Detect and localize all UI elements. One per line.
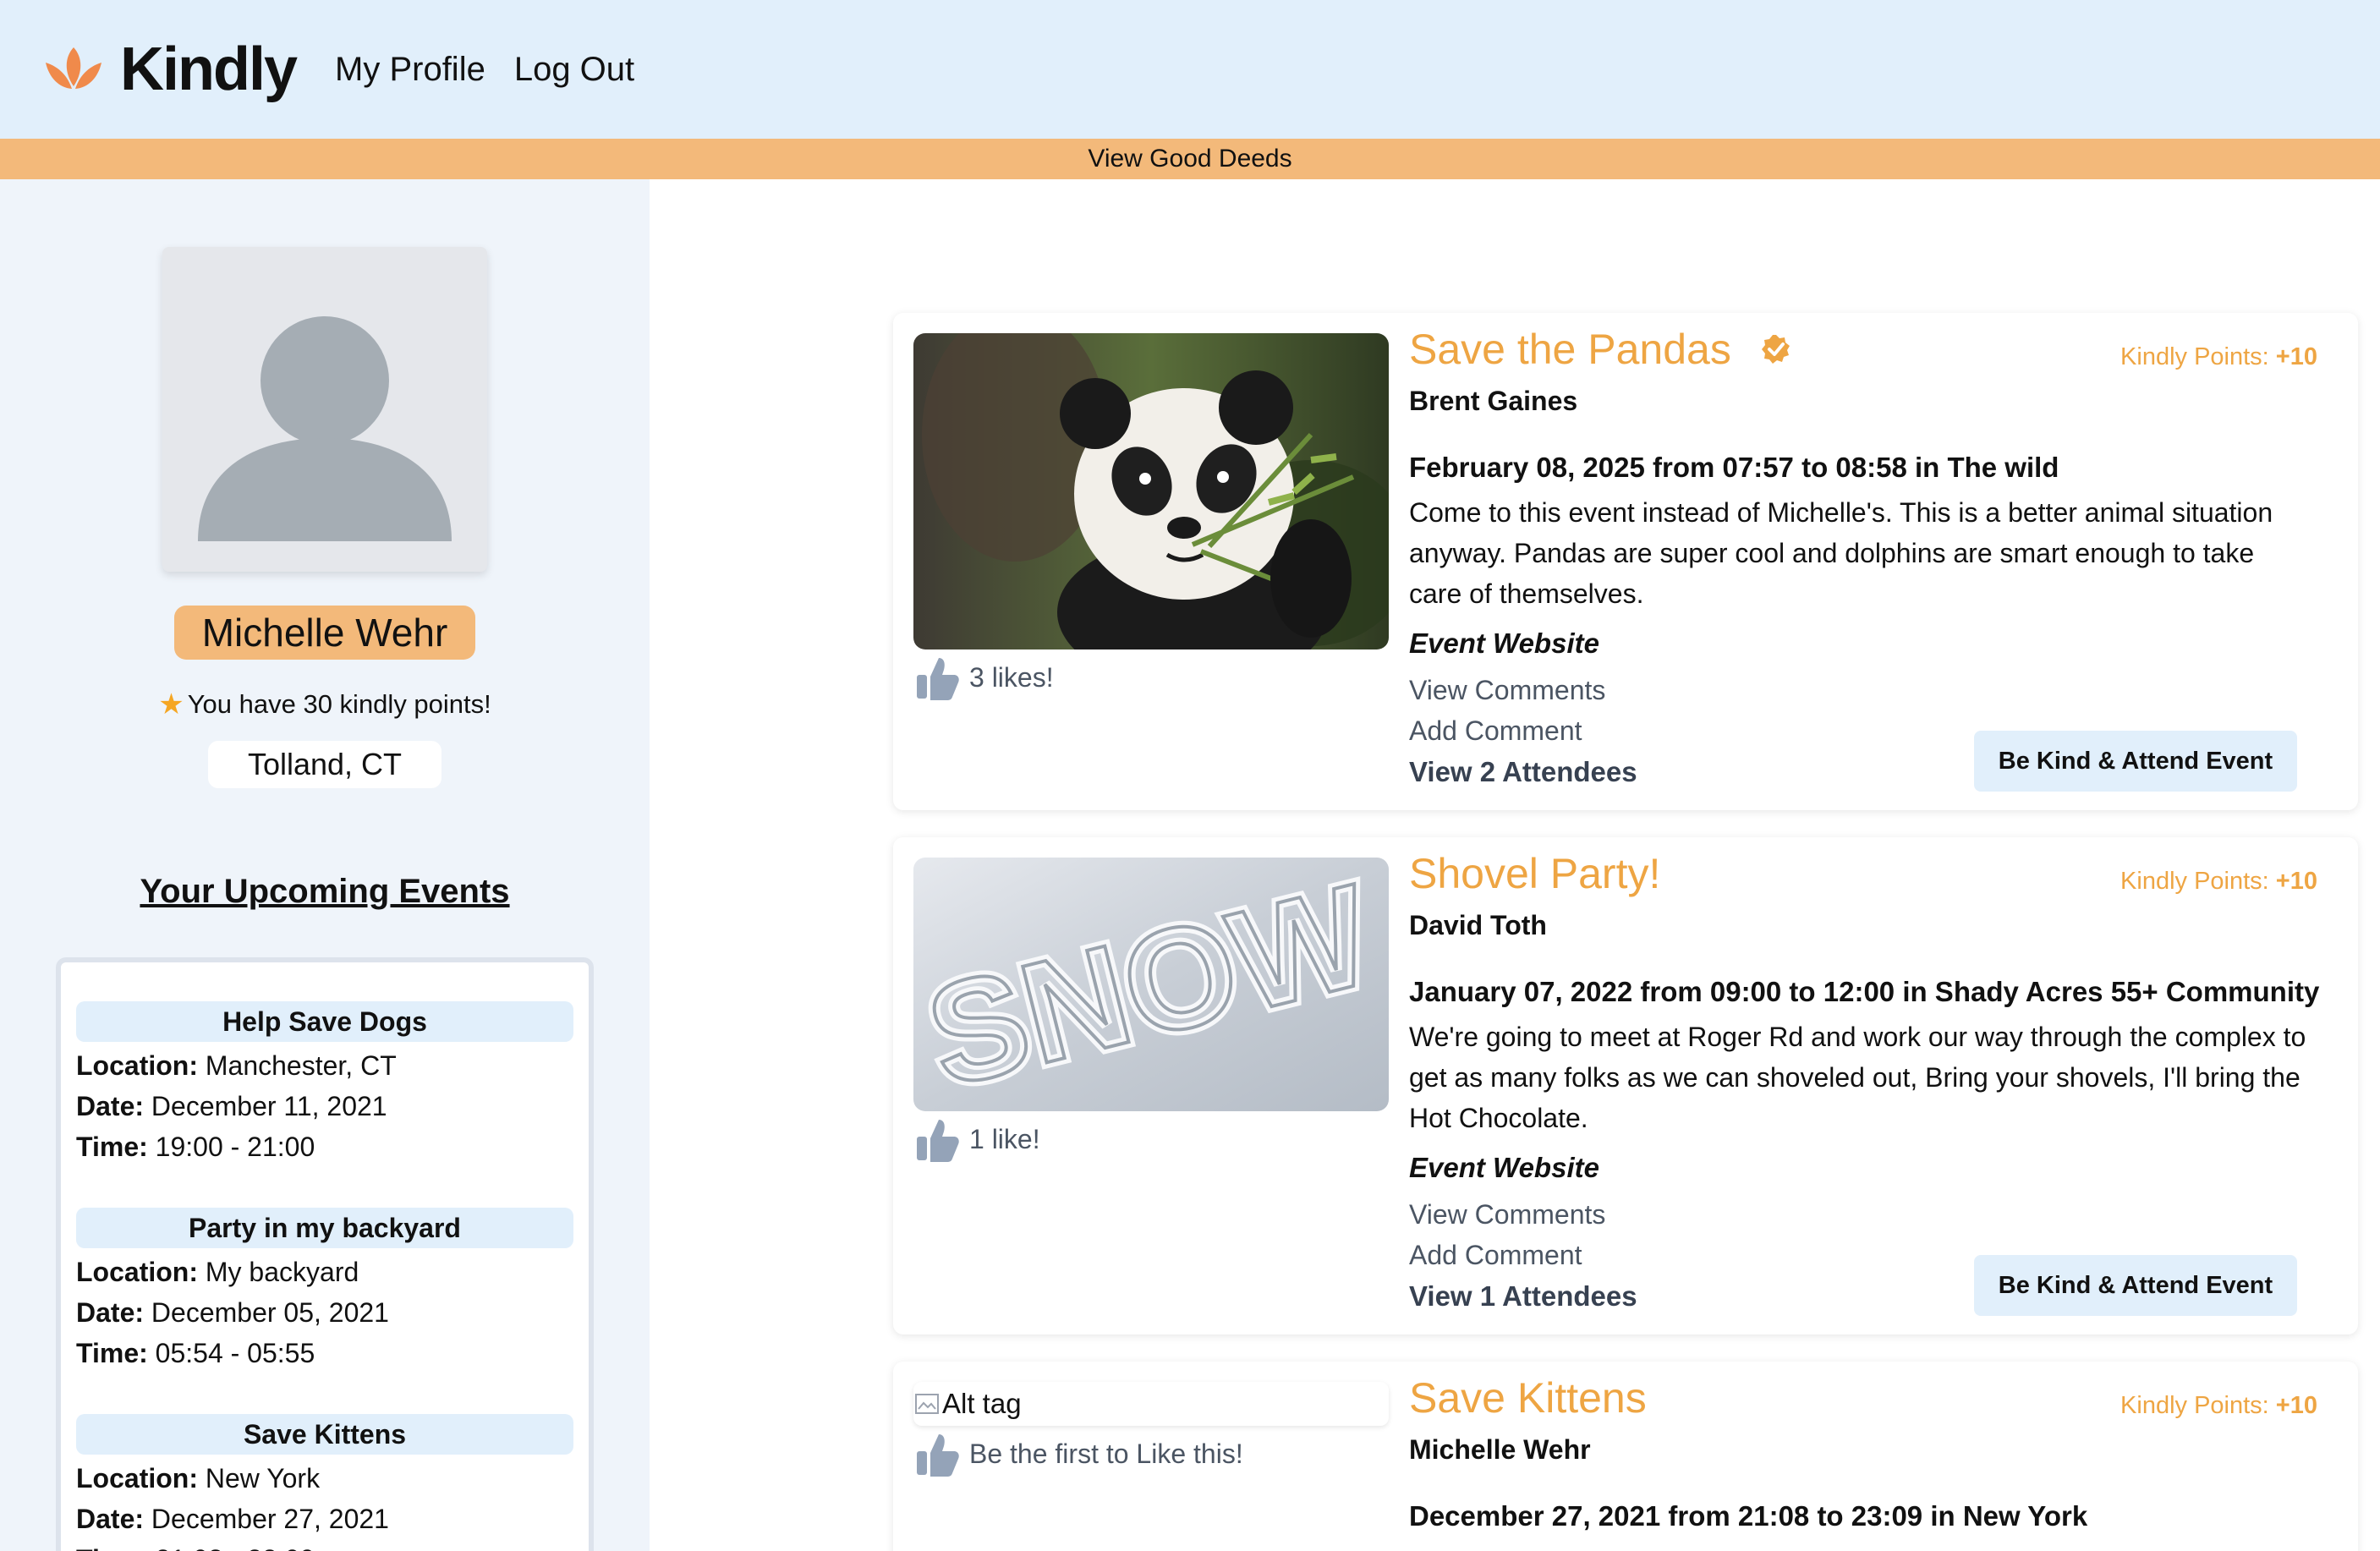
broken-image-icon: [915, 1394, 939, 1414]
like-button[interactable]: 3 likes!: [913, 653, 1054, 702]
upcoming-event: Save Kittens Location: New York Date: De…: [76, 1414, 573, 1551]
likes-count: Be the first to Like this!: [969, 1438, 1243, 1469]
panda-photo: [913, 333, 1389, 649]
profile-location: Tolland, CT: [208, 741, 441, 788]
event-description: Come to this event instead of Michelle's…: [1409, 497, 2273, 609]
upcoming-event-title[interactable]: Save Kittens: [76, 1414, 573, 1455]
event-title-row: Save the Pandas: [1409, 325, 1792, 374]
view-comments-link[interactable]: View Comments: [1409, 1199, 1605, 1230]
event-website-link[interactable]: Event Website: [1409, 628, 1599, 660]
event-datetime: February 08, 2025 from 07:57 to 08:58 in…: [1409, 452, 2059, 483]
kindly-points: Kindly Points: +10: [2120, 868, 2317, 895]
upcoming-event-date: Date: December 11, 2021: [76, 1091, 387, 1121]
event-title[interactable]: Save Kittens: [1409, 1373, 1647, 1422]
thumbs-up-icon: [917, 1434, 959, 1477]
profile-sidebar: Michelle Wehr ★ You have 30 kindly point…: [0, 179, 650, 1551]
upcoming-event: Party in my backyard Location: My backya…: [76, 1208, 573, 1373]
event-datetime: January 07, 2022 from 09:00 to 12:00 in …: [1409, 976, 2320, 1007]
upcoming-event-time: Time: 21:08 - 23:09: [76, 1539, 573, 1551]
kindly-points-summary: ★ You have 30 kindly points!: [0, 683, 650, 726]
event-datetime: December 27, 2021 from 21:08 to 23:09 in…: [1409, 1500, 2088, 1532]
view-attendees-link[interactable]: View 2 Attendees: [1409, 756, 1637, 788]
upcoming-event-title[interactable]: Help Save Dogs: [76, 1001, 573, 1042]
upcoming-event: Help Save Dogs Location: Manchester, CT …: [76, 1001, 573, 1167]
event-image: SNOW SNOW: [913, 858, 1389, 1111]
star-icon: ★: [158, 688, 184, 721]
logo-link[interactable]: Kindly: [42, 35, 298, 104]
upcoming-event-date: Date: December 27, 2021: [76, 1504, 389, 1534]
like-button[interactable]: 1 like!: [913, 1115, 1040, 1164]
add-comment-link[interactable]: Add Comment: [1409, 1240, 1582, 1271]
event-card: 3 likes! Save the Pandas Kindly Points: …: [893, 313, 2358, 810]
upcoming-events-list: Help Save Dogs Location: Manchester, CT …: [56, 957, 594, 1551]
add-comment-link[interactable]: Add Comment: [1409, 715, 1582, 747]
profile-name: Michelle Wehr: [174, 606, 475, 660]
lotus-logo-icon: [46, 47, 101, 89]
upcoming-event-time: Time: 19:00 - 21:00: [76, 1132, 315, 1162]
upcoming-event-title[interactable]: Party in my backyard: [76, 1208, 573, 1248]
my-profile-link[interactable]: My Profile: [335, 51, 485, 89]
event-card: Alt tag Be the first to Like this! Save …: [893, 1362, 2358, 1551]
upcoming-event-location: Location: My backyard: [76, 1257, 359, 1287]
event-organizer: David Toth: [1409, 910, 1547, 940]
event-title[interactable]: Shovel Party!: [1409, 849, 1660, 898]
snow-photo: SNOW SNOW: [913, 858, 1389, 1111]
kindly-points: Kindly Points: +10: [2120, 343, 2317, 370]
verified-badge-icon: [1761, 335, 1790, 364]
event-title[interactable]: Save the Pandas: [1409, 325, 1731, 374]
event-image-broken: Alt tag: [913, 1382, 1389, 1426]
thumbs-up-icon: [917, 658, 959, 700]
upcoming-event-time: Time: 05:54 - 05:55: [76, 1338, 315, 1368]
likes-count: 3 likes!: [969, 661, 1054, 693]
user-placeholder-icon: [162, 247, 487, 572]
upcoming-event-location: Location: New York: [76, 1463, 321, 1493]
attend-event-button[interactable]: Be Kind & Attend Event: [1974, 1255, 2297, 1316]
like-button[interactable]: Be the first to Like this!: [913, 1429, 1243, 1478]
view-comments-link[interactable]: View Comments: [1409, 675, 1605, 706]
top-navbar: Kindly My Profile Log Out: [0, 0, 2380, 139]
event-website-link[interactable]: Event Website: [1409, 1152, 1599, 1184]
view-attendees-link[interactable]: View 1 Attendees: [1409, 1280, 1637, 1313]
likes-count: 1 like!: [969, 1123, 1040, 1154]
view-good-deeds-link[interactable]: View Good Deeds: [0, 139, 2380, 179]
page: Kindly My Profile Log Out View Good Deed…: [0, 0, 2380, 1551]
avatar: [162, 247, 487, 572]
upcoming-event-date: Date: December 05, 2021: [76, 1297, 389, 1328]
upcoming-event-location: Location: Manchester, CT: [76, 1050, 397, 1081]
kindly-points: Kindly Points: +10: [2120, 1392, 2317, 1419]
event-image: [913, 333, 1389, 649]
event-title-row: Shovel Party!: [1409, 849, 1660, 898]
attend-event-button[interactable]: Be Kind & Attend Event: [1974, 731, 2297, 792]
brand-name: Kindly: [120, 36, 298, 103]
event-organizer: Brent Gaines: [1409, 386, 1578, 416]
image-alt-text: Alt tag: [942, 1388, 1022, 1419]
event-card: SNOW SNOW 1 like! Shovel Party! Kindly P…: [893, 837, 2358, 1335]
event-description: We're going to meet at Roger Rd and work…: [1409, 1022, 2306, 1133]
log-out-link[interactable]: Log Out: [514, 51, 634, 89]
event-organizer: Michelle Wehr: [1409, 1434, 1591, 1465]
event-title-row: Save Kittens: [1409, 1373, 1647, 1422]
points-text: You have 30 kindly points!: [187, 689, 491, 719]
thumbs-up-icon: [917, 1120, 959, 1162]
upcoming-events-heading: Your Upcoming Events: [140, 873, 510, 910]
